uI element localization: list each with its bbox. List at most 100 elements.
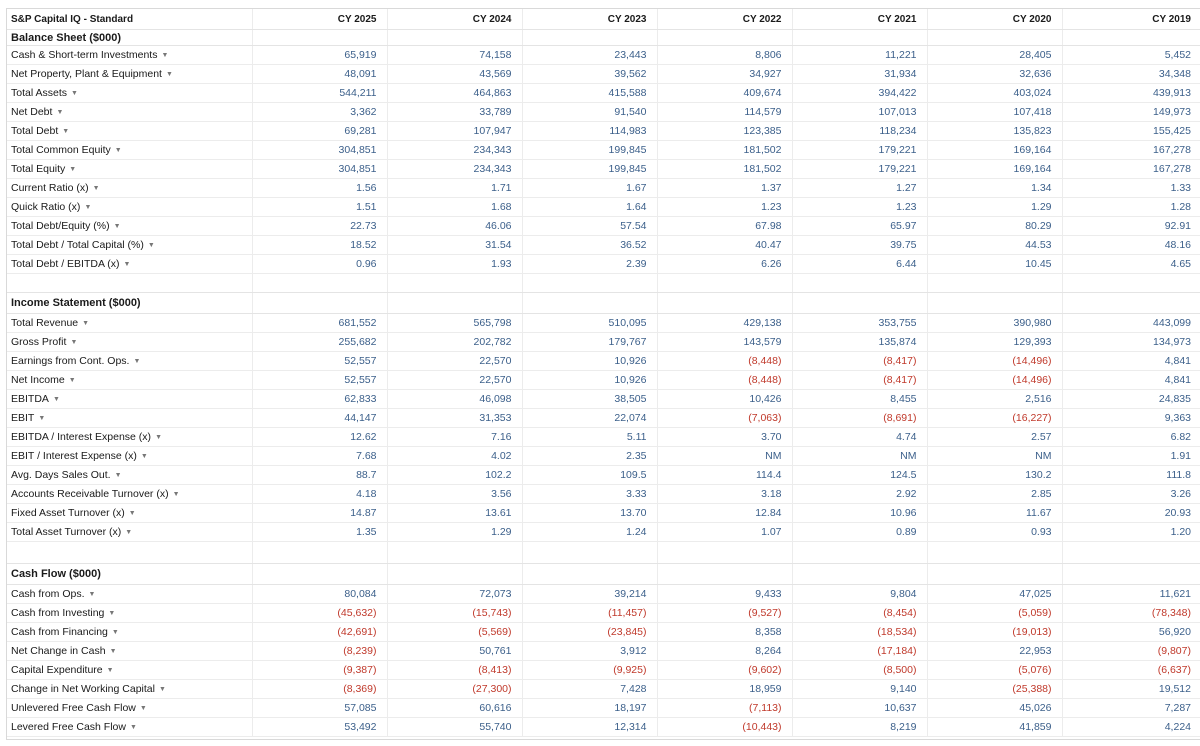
year-header[interactable]: CY 2023 (521, 9, 657, 30)
row-label-cell[interactable]: Gross Profit ▼ (7, 332, 252, 352)
row-label-cell[interactable]: Unlevered Free Cash Flow ▼ (7, 698, 252, 718)
caret-down-icon[interactable]: ▼ (148, 242, 155, 249)
value-cell: 6.82 (1061, 427, 1200, 447)
row-label-cell[interactable]: Change in Net Working Capital ▼ (7, 679, 252, 699)
row-label-cell[interactable]: Net Debt ▼ (7, 102, 252, 122)
caret-down-icon[interactable]: ▼ (114, 223, 121, 230)
caret-down-icon[interactable]: ▼ (93, 185, 100, 192)
table-row: Cash from Ops. ▼ 80,084 72,073 39,214 9,433 9,… (7, 584, 1200, 604)
caret-down-icon[interactable]: ▼ (155, 434, 162, 441)
caret-down-icon[interactable]: ▼ (108, 610, 115, 617)
value-cell: 123,385 (656, 121, 792, 141)
caret-down-icon[interactable]: ▼ (71, 90, 78, 97)
row-label-cell[interactable]: EBITDA ▼ (7, 389, 252, 409)
spacer-cell (791, 273, 927, 293)
row-label-cell[interactable]: Current Ratio (x) ▼ (7, 178, 252, 198)
caret-down-icon[interactable]: ▼ (110, 648, 117, 655)
caret-down-icon[interactable]: ▼ (115, 472, 122, 479)
caret-down-icon[interactable]: ▼ (133, 358, 140, 365)
row-label-cell[interactable]: EBIT ▼ (7, 408, 252, 428)
section-spacer (7, 273, 1200, 293)
value-cell: (9,807) (1061, 641, 1200, 661)
spacer-cell (7, 541, 252, 564)
value-cell: (8,417) (791, 370, 927, 390)
year-header[interactable]: CY 2024 (386, 9, 522, 30)
caret-down-icon[interactable]: ▼ (69, 377, 76, 384)
row-label-cell[interactable]: Cash from Financing ▼ (7, 622, 252, 642)
row-label-cell[interactable]: Total Revenue ▼ (7, 313, 252, 333)
value-cell: 39,214 (521, 584, 657, 604)
row-label-cell[interactable]: Levered Free Cash Flow ▼ (7, 717, 252, 737)
year-header[interactable]: CY 2019 (1061, 9, 1200, 30)
row-label-cell[interactable]: Cash & Short-term Investments ▼ (7, 45, 252, 65)
caret-down-icon[interactable]: ▼ (107, 667, 114, 674)
row-label: Unlevered Free Cash Flow (11, 702, 136, 714)
value-cell: 4,224 (1061, 717, 1200, 737)
row-label-cell[interactable]: EBITDA / Interest Expense (x) ▼ (7, 427, 252, 447)
caret-down-icon[interactable]: ▼ (84, 204, 91, 211)
row-label-cell[interactable]: Total Asset Turnover (x) ▼ (7, 522, 252, 542)
row-label-cell[interactable]: Total Equity ▼ (7, 159, 252, 179)
value-cell: 53,492 (251, 717, 387, 737)
caret-down-icon[interactable]: ▼ (89, 591, 96, 598)
row-label-cell[interactable]: Accounts Receivable Turnover (x) ▼ (7, 484, 252, 504)
table-row: Total Debt/Equity (%) ▼ 22.73 46.06 57.54 67.… (7, 216, 1200, 236)
caret-down-icon[interactable]: ▼ (124, 261, 131, 268)
row-label-cell[interactable]: Total Common Equity ▼ (7, 140, 252, 160)
value-cell: (5,059) (926, 603, 1062, 623)
year-header[interactable]: CY 2025 (251, 9, 387, 30)
value-cell: 234,343 (386, 159, 522, 179)
row-label-cell[interactable]: Total Debt / EBITDA (x) ▼ (7, 254, 252, 274)
caret-down-icon[interactable]: ▼ (125, 529, 132, 536)
caret-down-icon[interactable]: ▼ (140, 705, 147, 712)
caret-down-icon[interactable]: ▼ (56, 109, 63, 116)
row-label-cell[interactable]: Total Debt/Equity (%) ▼ (7, 216, 252, 236)
row-label-cell[interactable]: Cash from Investing ▼ (7, 603, 252, 623)
caret-down-icon[interactable]: ▼ (166, 71, 173, 78)
row-label-cell[interactable]: Fixed Asset Turnover (x) ▼ (7, 503, 252, 523)
caret-down-icon[interactable]: ▼ (62, 128, 69, 135)
value-cell: 0.89 (791, 522, 927, 542)
value-cell: 167,278 (1061, 140, 1200, 160)
caret-down-icon[interactable]: ▼ (161, 52, 168, 59)
row-label-cell[interactable]: Net Income ▼ (7, 370, 252, 390)
caret-down-icon[interactable]: ▼ (112, 629, 119, 636)
row-label-cell[interactable]: Total Debt ▼ (7, 121, 252, 141)
caret-down-icon[interactable]: ▼ (69, 166, 76, 173)
year-header[interactable]: CY 2021 (791, 9, 927, 30)
row-label-cell[interactable]: Total Debt / Total Capital (%) ▼ (7, 235, 252, 255)
table-row: Earnings from Cont. Ops. ▼ 52,557 22,570 10,… (7, 351, 1200, 371)
row-label-cell[interactable]: Total Assets ▼ (7, 83, 252, 103)
caret-down-icon[interactable]: ▼ (173, 491, 180, 498)
row-label-cell[interactable]: EBIT / Interest Expense (x) ▼ (7, 446, 252, 466)
caret-down-icon[interactable]: ▼ (129, 510, 136, 517)
row-label-cell[interactable]: Capital Expenditure ▼ (7, 660, 252, 680)
value-cell: 3,912 (521, 641, 657, 661)
caret-down-icon[interactable]: ▼ (70, 339, 77, 346)
row-label-cell[interactable]: Quick Ratio (x) ▼ (7, 197, 252, 217)
value-cell: 181,502 (656, 159, 792, 179)
row-label-cell[interactable]: Cash from Ops. ▼ (7, 584, 252, 604)
row-label-cell[interactable]: Net Property, Plant & Equipment ▼ (7, 64, 252, 84)
value-cell: 7,428 (521, 679, 657, 699)
row-label-cell[interactable]: Net Change in Cash ▼ (7, 641, 252, 661)
value-cell: 234,343 (386, 140, 522, 160)
caret-down-icon[interactable]: ▼ (38, 415, 45, 422)
year-header[interactable]: CY 2022 (656, 9, 792, 30)
caret-down-icon[interactable]: ▼ (115, 147, 122, 154)
value-cell: (9,527) (656, 603, 792, 623)
value-cell: 681,552 (251, 313, 387, 333)
row-label-cell[interactable]: Earnings from Cont. Ops. ▼ (7, 351, 252, 371)
caret-down-icon[interactable]: ▼ (159, 686, 166, 693)
value-cell: 1.34 (926, 178, 1062, 198)
caret-down-icon[interactable]: ▼ (130, 724, 137, 731)
caret-down-icon[interactable]: ▼ (141, 453, 148, 460)
value-cell: (8,500) (791, 660, 927, 680)
row-label-cell[interactable]: Avg. Days Sales Out. ▼ (7, 465, 252, 485)
caret-down-icon[interactable]: ▼ (53, 396, 60, 403)
value-cell: 88.7 (251, 465, 387, 485)
value-cell: (23,845) (521, 622, 657, 642)
year-header[interactable]: CY 2020 (926, 9, 1062, 30)
caret-down-icon[interactable]: ▼ (82, 320, 89, 327)
section-header-cell (656, 29, 792, 46)
